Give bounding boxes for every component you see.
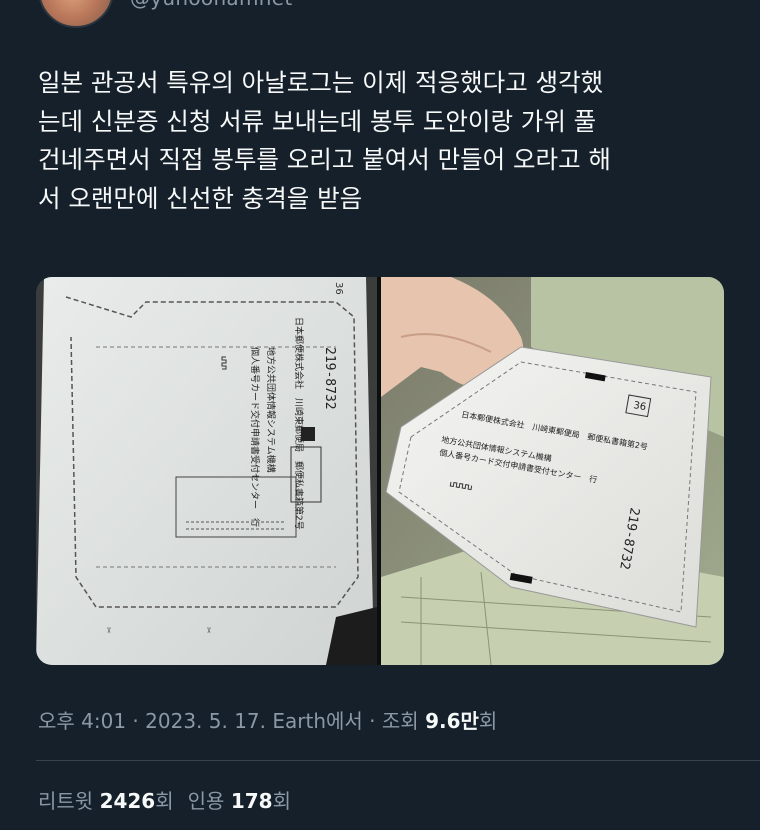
tweet-text-line: 일본 관공서 특유의 아날로그는 이제 적응했다고 생각했 <box>38 68 604 97</box>
svg-text:✂: ✂ <box>204 627 213 634</box>
views-suffix: 회 <box>478 709 498 733</box>
views-count: 9.6만 <box>425 709 479 733</box>
avatar[interactable] <box>38 0 114 28</box>
tweet-source: Earth에서 <box>266 709 363 733</box>
retweets-stat[interactable]: 리트윗 2426회 <box>38 789 174 813</box>
tweet-text-line: 서 오랜만에 신선한 충격을 받음 <box>38 183 363 213</box>
left-postcode: 219-8732 <box>322 347 337 410</box>
tweet-time[interactable]: 오후 4:01 <box>38 709 126 733</box>
left-address-line-3: 個人番号カード交付申請書受付センター 行 <box>249 347 261 527</box>
tweet-header: @yunoonamnet <box>0 0 760 28</box>
photo-envelope-template[interactable]: 219-8732 日本郵便株式会社 川崎東郵便局 郵便私書箱第2号 地方公共団体… <box>36 277 377 665</box>
folded-envelope-illustration: 日本郵便株式会社 川崎東郵便局 郵便私書箱第2号 地方公共団体情報システム機構 … <box>381 277 724 665</box>
quotes-stat[interactable]: 인용 178회 <box>188 789 291 813</box>
envelope-template-illustration: 219-8732 日本郵便株式会社 川崎東郵便局 郵便私書箱第2号 地方公共団体… <box>36 277 377 665</box>
retweets-count: 2426 <box>99 789 156 813</box>
views-label: 조회 <box>381 709 426 733</box>
meta-separator: · <box>126 709 146 733</box>
tweet-text: 일본 관공서 특유의 아날로그는 이제 적응했다고 생각했 는데 신분증 신청 … <box>38 64 728 218</box>
retweets-suffix: 회 <box>155 789 174 813</box>
divider <box>36 760 760 761</box>
left-address-line-1: 日本郵便株式会社 川崎東郵便局 郵便私書箱第2号 <box>293 317 305 530</box>
user-handle[interactable]: @yunoonamnet <box>130 0 293 10</box>
photo-folded-envelope[interactable]: 日本郵便株式会社 川崎東郵便局 郵便私書箱第2号 地方公共団体情報システム機構 … <box>381 277 724 665</box>
left-address-line-2: 地方公共団体情報システム機構 <box>265 347 277 473</box>
quotes-count: 178 <box>230 789 273 813</box>
right-box-number: 36 <box>632 400 646 413</box>
tweet-page: @yunoonamnet 일본 관공서 특유의 아날로그는 이제 적응했다고 생… <box>0 0 760 830</box>
quotes-suffix: 회 <box>272 789 291 813</box>
tweet-stats: 리트윗 2426회 인용 178회 <box>38 785 291 814</box>
meta-separator: · <box>362 709 382 733</box>
tweet-text-line: 는데 신분증 신청 서류 보내는데 봉투 도안이랑 가위 풀 <box>38 106 597 136</box>
tweet-text-line: 건네주면서 직접 봉투를 오리고 붙여서 만들어 오라고 해 <box>38 145 611 174</box>
tweet-date[interactable]: 2023. 5. 17. <box>145 709 266 733</box>
svg-text:✂: ✂ <box>104 627 113 634</box>
media-gallery: 219-8732 日本郵便株式会社 川崎東郵便局 郵便私書箱第2号 地方公共団体… <box>36 277 724 665</box>
quotes-label: 인용 <box>187 789 231 813</box>
tweet-meta: 오후 4:01 · 2023. 5. 17. Earth에서 · 조회 9.6만… <box>38 705 497 739</box>
retweets-label: 리트윗 <box>38 789 100 813</box>
left-box-number: 36 <box>333 282 344 295</box>
